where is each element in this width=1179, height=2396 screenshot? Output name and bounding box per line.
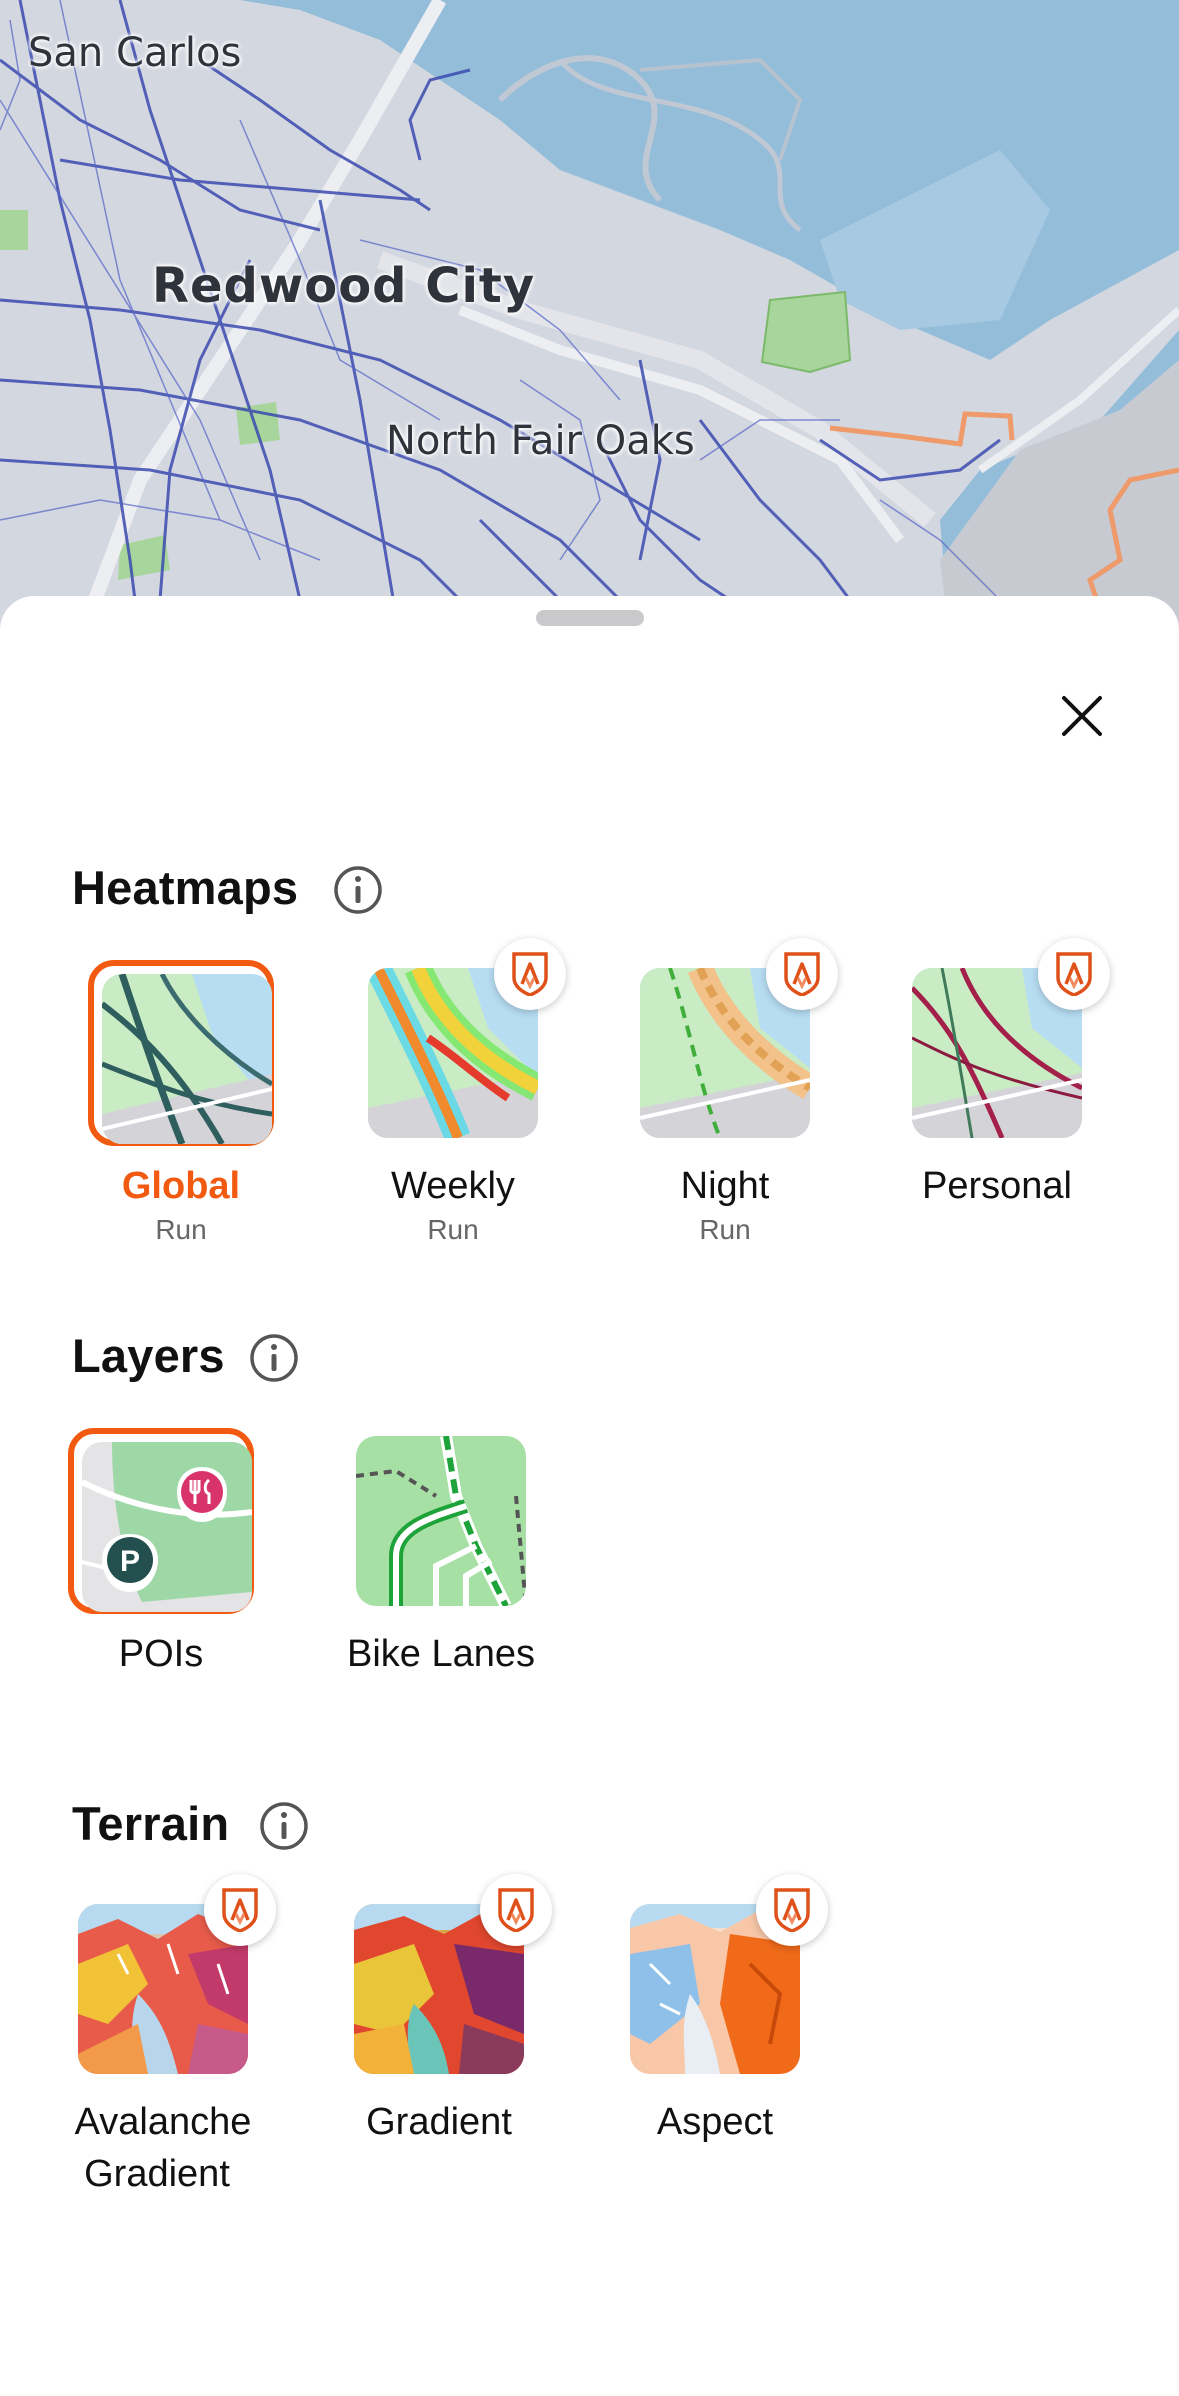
sheet-grabber[interactable] (536, 610, 644, 626)
premium-badge (204, 1874, 276, 1946)
bike-lanes-preview-icon (356, 1436, 526, 1606)
terrain-title: Terrain (72, 1797, 230, 1850)
close-button[interactable] (1054, 688, 1110, 744)
strava-shield-icon (222, 1888, 258, 1932)
terrain-label-avalanche-line2: Gradient (84, 2153, 230, 2195)
heatmaps-info-icon[interactable] (332, 864, 384, 916)
terrain-label-avalanche-line1: Avalanche (74, 2101, 252, 2143)
terrain-label-aspect: Aspect (656, 2101, 774, 2143)
heatmap-global-preview-icon (102, 974, 272, 1144)
map-view[interactable]: San Carlos Redwood City North Fair Oaks (0, 0, 1179, 640)
heatmap-sub-weekly: Run (427, 1214, 479, 1245)
pois-preview-icon: P (82, 1442, 252, 1612)
heatmap-label-weekly: Weekly (391, 1165, 515, 1207)
premium-badge (494, 938, 566, 1010)
heatmaps-title: Heatmaps (72, 861, 299, 914)
map-layers-sheet: Heatmaps Global Run Weekly Run Night Run… (0, 596, 1179, 2396)
svg-text:P: P (120, 1545, 140, 1578)
layer-thumb-pois[interactable]: P (68, 1428, 254, 1614)
layer-thumb-bike-lanes[interactable] (348, 1428, 534, 1614)
terrain-label-gradient: Gradient (366, 2101, 512, 2143)
terrain-info-icon[interactable] (258, 1800, 310, 1852)
strava-shield-icon (1056, 952, 1092, 996)
layers-info-icon[interactable] (248, 1332, 300, 1384)
strava-shield-icon (512, 952, 548, 996)
heatmap-sub-global: Run (155, 1214, 207, 1245)
map-label-redwood-city: Redwood City (152, 258, 536, 314)
heatmap-label-global: Global (121, 1165, 241, 1207)
map-canvas (0, 0, 1179, 640)
premium-badge (480, 1874, 552, 1946)
premium-badge (766, 938, 838, 1010)
heatmap-thumb-global[interactable] (88, 960, 274, 1146)
heatmap-sub-night: Run (699, 1214, 751, 1245)
heatmap-label-personal: Personal (922, 1165, 1072, 1207)
heatmap-label-night: Night (680, 1165, 770, 1207)
strava-shield-icon (784, 952, 820, 996)
layer-label-pois: POIs (118, 1633, 204, 1675)
layers-title: Layers (72, 1329, 225, 1382)
layer-label-bike-lanes: Bike Lanes (346, 1633, 535, 1675)
strava-shield-icon (774, 1888, 810, 1932)
close-icon (1062, 696, 1102, 736)
map-label-san-carlos: San Carlos (28, 30, 242, 76)
map-label-north-fair-oaks: North Fair Oaks (386, 418, 695, 464)
strava-shield-icon (498, 1888, 534, 1932)
premium-badge (1038, 938, 1110, 1010)
premium-badge (756, 1874, 828, 1946)
